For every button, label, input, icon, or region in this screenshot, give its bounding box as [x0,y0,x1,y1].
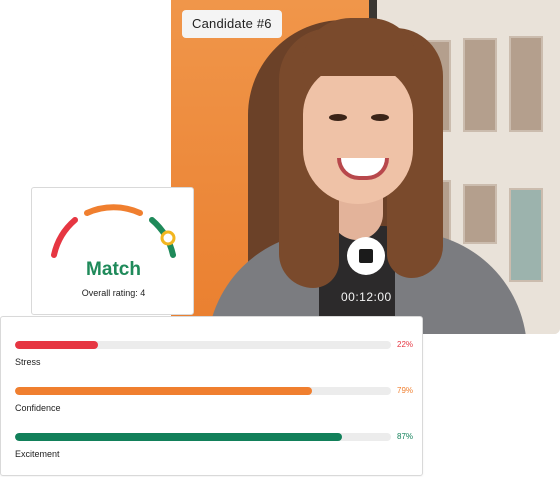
metric-fill [15,341,98,349]
stop-recording-button[interactable] [347,237,385,275]
metric-label: Confidence [15,403,61,413]
metric-percent: 79% [397,386,414,395]
candidate-label: Candidate #6 [182,10,282,38]
metric-fill [15,433,343,441]
recording-timer: 00:12:00 [341,290,392,304]
metric-label: Excitement [15,449,60,459]
overall-rating: Overall rating: 4 [81,288,146,298]
candidate-person [171,0,560,334]
match-title: Match [86,259,141,280]
match-card: Match Overall rating: 4 [31,187,194,315]
metric-track [15,341,391,349]
metric-label: Stress [15,357,41,367]
metric-track [15,387,391,395]
metric-fill [15,387,313,395]
candidate-video [171,0,560,334]
metrics-card: 22% Stress 79% Confidence 87% Excitement [0,316,423,476]
metric-percent: 87% [397,432,414,441]
stop-icon [359,249,373,263]
metric-percent: 22% [397,340,414,349]
gauge-icon [51,204,176,258]
metric-track [15,433,391,441]
